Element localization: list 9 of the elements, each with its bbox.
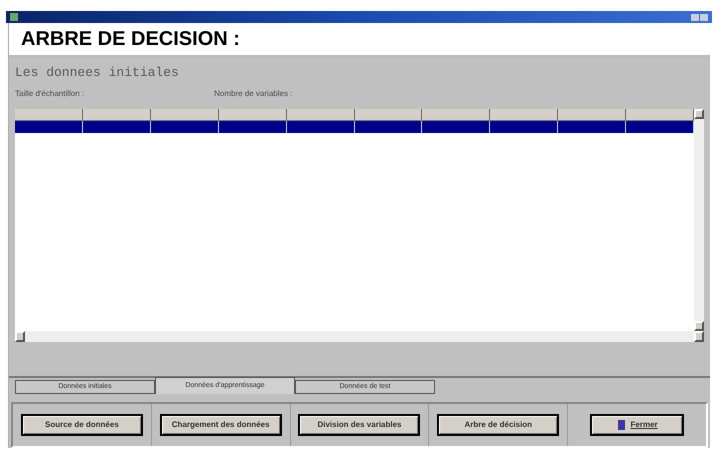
field-label: Nombre de variables : [214,88,292,100]
action-button[interactable]: Chargement des données [160,414,282,436]
action-button[interactable]: Source de données [20,414,143,436]
page-title: ARBRE DE DECISION : [21,27,240,52]
section-title: Les donnees initiales [15,64,180,82]
action-button[interactable]: Division des variables [298,414,420,436]
field-label: Taille d'échantillon : [15,88,84,100]
action-button[interactable]: Arbre de décision [437,414,560,436]
close-button[interactable]: Fermer [590,414,684,436]
